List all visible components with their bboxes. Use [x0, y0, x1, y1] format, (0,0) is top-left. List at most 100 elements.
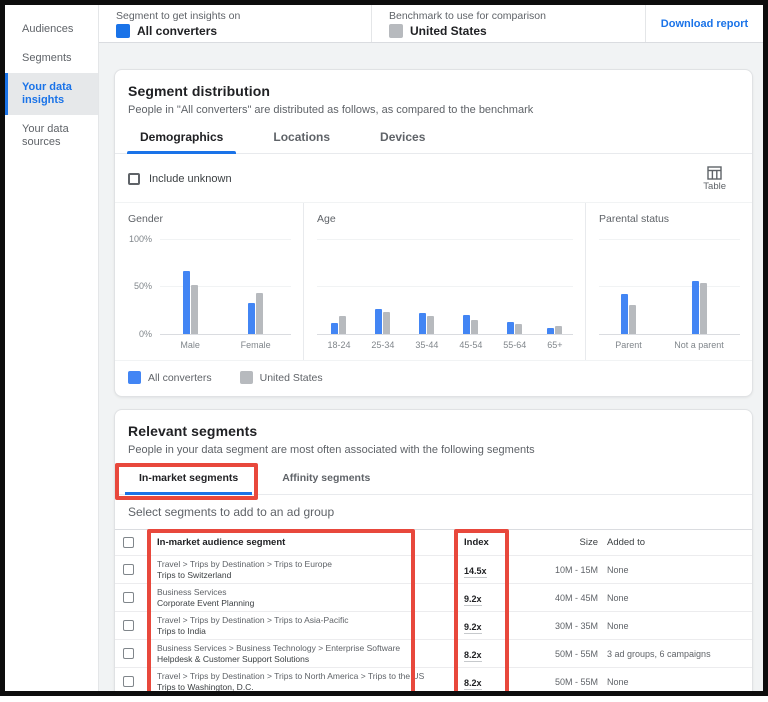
column-header-size[interactable]: Size	[507, 537, 598, 548]
bar-group: 18-24	[327, 239, 350, 354]
include-unknown-checkbox[interactable]	[128, 173, 140, 185]
index-value: 9.2x	[464, 593, 482, 606]
legend-label-all-converters: All converters	[148, 371, 212, 384]
table-row: Travel > Trips by Destination > Trips to…	[115, 611, 752, 639]
bar-group: Male	[180, 239, 200, 354]
index-value: 9.2x	[464, 621, 482, 634]
added-to-value: 3 ad groups, 6 campaigns	[607, 648, 711, 659]
insights-topbar: Segment to get insights on All converter…	[99, 5, 763, 43]
y-tick-100: 100%	[128, 234, 152, 244]
legend-swatch-all-converters	[128, 371, 141, 384]
size-value: 30M - 35M	[554, 620, 598, 631]
relevant-segments-title: Relevant segments	[128, 423, 258, 439]
tab-affinity-segments[interactable]: Affinity segments	[268, 472, 384, 494]
x-tick-label: Female	[240, 340, 271, 350]
bar-all-converters	[621, 294, 628, 334]
bar-all-converters	[507, 321, 515, 334]
table-button-label: Table	[703, 181, 726, 192]
table-row: Business Services > Business Technology …	[115, 639, 752, 667]
row-checkbox[interactable]	[123, 676, 134, 687]
bar-all-converters	[375, 309, 383, 334]
size-value: 40M - 45M	[554, 592, 598, 603]
tab-devices[interactable]: Devices	[367, 130, 438, 153]
gender-chart-title: Gender	[128, 213, 164, 225]
distribution-tabs: Demographics Locations Devices	[115, 130, 752, 154]
index-value: 14.5x	[464, 565, 487, 578]
select-segments-hint: Select segments to add to an ad group	[128, 505, 335, 519]
segment-distribution-subtitle: People in "All converters" are distribut…	[128, 104, 534, 116]
segment-path: Travel > Trips by Destination > Trips to…	[157, 670, 425, 681]
bar-united-states	[699, 282, 707, 334]
download-report-button[interactable]: Download report	[661, 18, 748, 30]
benchmark-color-swatch	[389, 24, 403, 38]
y-tick-50: 50%	[133, 281, 152, 291]
table-view-button[interactable]: Table	[703, 166, 739, 192]
segment-color-swatch	[116, 24, 130, 38]
tab-in-market-segments[interactable]: In-market segments	[115, 463, 259, 500]
segment-selector[interactable]: Segment to get insights on All converter…	[99, 5, 372, 42]
segment-selector-label: Segment to get insights on	[116, 10, 241, 22]
column-header-segment[interactable]: In-market audience segment	[157, 537, 447, 548]
bar-group: 25-34	[371, 239, 394, 354]
x-tick-label: 18-24	[327, 340, 351, 350]
bar-group: 55-64	[503, 239, 526, 354]
segments-table: In-market audience segment Index Size Ad…	[115, 529, 752, 691]
segment-path: Business Services > Business Technology …	[157, 642, 401, 653]
segment-name: Trips to Washington, D.C.	[157, 681, 254, 692]
column-header-added-to[interactable]: Added to	[607, 537, 752, 548]
x-tick-label: 45-54	[459, 340, 483, 350]
age-chart: Age 18-24 25-34 35-44 45-54 55-64 65+	[303, 203, 585, 360]
segment-path: Travel > Trips by Destination > Trips to…	[157, 558, 332, 569]
relevant-segments-subtitle: People in your data segment are most oft…	[128, 444, 535, 456]
row-checkbox[interactable]	[123, 564, 134, 575]
segment-selector-value: All converters	[137, 24, 218, 38]
bar-group: 45-54	[459, 239, 482, 354]
bar-all-converters	[331, 322, 339, 334]
segment-path: Travel > Trips by Destination > Trips to…	[157, 614, 349, 625]
x-tick-label: 35-44	[415, 340, 439, 350]
index-value: 8.2x	[464, 677, 482, 690]
bar-united-states	[471, 319, 479, 334]
x-tick-label: Male	[180, 340, 200, 350]
bar-all-converters	[248, 302, 256, 334]
sidebar: Audiences Segments Your data insights Yo…	[5, 5, 99, 691]
legend-label-united-states: United States	[259, 371, 323, 384]
column-header-index[interactable]: Index	[447, 537, 507, 548]
bar-group: Female	[241, 239, 271, 354]
benchmark-selector-label: Benchmark to use for comparison	[389, 10, 546, 22]
benchmark-selector[interactable]: Benchmark to use for comparison United S…	[372, 5, 645, 42]
row-checkbox[interactable]	[123, 592, 134, 603]
select-all-checkbox[interactable]	[123, 537, 134, 548]
table-row: Travel > Trips by Destination > Trips to…	[115, 555, 752, 583]
legend-swatch-united-states	[239, 371, 253, 384]
page-content: Segment distribution People in "All conv…	[99, 43, 763, 691]
tab-demographics[interactable]: Demographics	[127, 130, 237, 154]
bar-united-states	[629, 304, 636, 334]
sidebar-item-your-data-insights[interactable]: Your data insights	[5, 73, 98, 115]
added-to-value: None	[607, 564, 629, 575]
sidebar-item-audiences[interactable]: Audiences	[5, 15, 98, 44]
bar-all-converters	[691, 280, 699, 334]
x-tick-label: Parent	[615, 340, 642, 350]
row-checkbox[interactable]	[123, 648, 134, 659]
row-checkbox[interactable]	[123, 620, 134, 631]
bar-united-states	[427, 315, 435, 334]
x-tick-label: 25-34	[371, 340, 395, 350]
relevant-segments-card: Relevant segments People in your data se…	[114, 409, 753, 691]
sidebar-item-your-data-sources[interactable]: Your data sources	[5, 115, 98, 157]
sidebar-item-segments[interactable]: Segments	[5, 44, 98, 73]
bar-united-states	[190, 284, 198, 334]
bar-united-states	[339, 315, 347, 334]
size-value: 50M - 55M	[554, 648, 598, 659]
segment-name: Trips to India	[157, 625, 206, 636]
tab-in-market-segments-label: In-market segments	[139, 472, 239, 484]
bar-group: 65+	[547, 239, 563, 354]
segment-name: Trips to Switzerland	[157, 569, 232, 580]
bar-all-converters	[182, 271, 190, 334]
tab-locations[interactable]: Locations	[260, 130, 343, 153]
bar-group: Not a parent	[674, 239, 724, 354]
added-to-value: None	[607, 620, 629, 631]
index-value: 8.2x	[464, 649, 482, 662]
bar-united-states	[383, 312, 391, 334]
segments-table-body: Travel > Trips by Destination > Trips to…	[115, 555, 752, 691]
